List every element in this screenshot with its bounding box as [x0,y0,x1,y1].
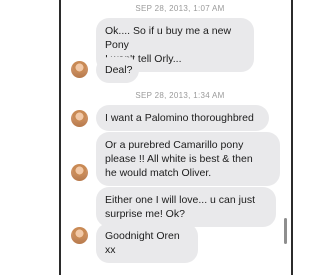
right-border [291,0,293,275]
left-border [59,0,61,275]
message-bubble[interactable]: Either one I will love... u can just sur… [96,187,276,227]
message-bubble[interactable]: Or a purebred Camarillo pony please !! A… [96,132,280,186]
timestamp: SEP 28, 2013, 1:34 AM [135,91,225,100]
message-bubble[interactable]: Deal? [96,57,139,83]
message-bubble[interactable]: I want a Palomino thoroughbred [96,105,269,131]
message-bubble[interactable]: Goodnight Oren xx [96,223,198,263]
timestamp: SEP 28, 2013, 1:07 AM [135,4,225,13]
avatar [71,110,88,127]
avatar [71,227,88,244]
avatar [71,164,88,181]
avatar [71,61,88,78]
scrollbar[interactable] [284,218,287,244]
